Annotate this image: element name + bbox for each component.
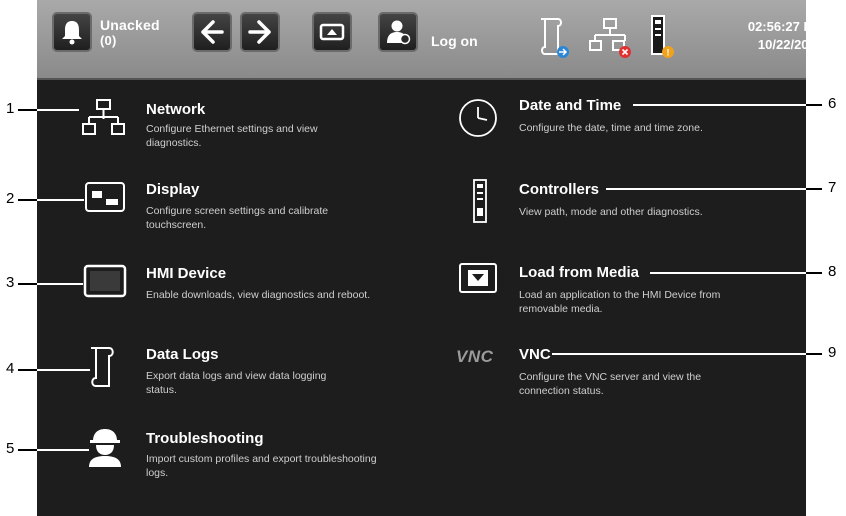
callout-line — [18, 199, 37, 201]
callout-number: 3 — [6, 274, 15, 291]
logon-label: Log on — [431, 33, 478, 49]
menu-item-title: Display — [146, 181, 200, 198]
menu-item-description: Load an application to the HMI Device fr… — [519, 289, 721, 315]
clock-icon — [459, 99, 497, 137]
callout-number: 8 — [828, 263, 837, 280]
callout-line — [806, 353, 822, 355]
menu-item-description: Configure Ethernet settings and view dia… — [146, 123, 318, 149]
callout-line — [806, 188, 822, 190]
menu-item-title: Data Logs — [146, 346, 219, 363]
hmi-device-icon — [83, 264, 127, 298]
vnc-icon: VNC — [456, 347, 494, 366]
arrow-right-icon — [248, 20, 271, 44]
menu-item-title: Network — [146, 101, 206, 118]
menu-item-title: VNC — [519, 346, 551, 363]
menu-item-description: Enable downloads, view diagnostics and r… — [146, 289, 371, 301]
callout-line — [552, 353, 806, 355]
callout-number: 2 — [6, 190, 15, 207]
time-text: 02:56:27 PM — [747, 19, 823, 34]
controller-status-icon: ! — [651, 15, 674, 58]
alarm-label: Unacked — [100, 17, 160, 33]
top-toolbar: Unacked (0) Log on ! 02:56:27 PM 10/22/2… — [37, 0, 823, 80]
back-button[interactable] — [192, 12, 232, 52]
alarm-status: Unacked (0) — [100, 17, 160, 49]
menu-item-description: Export data logs and view data logging s… — [146, 370, 327, 396]
callout-line — [633, 104, 806, 106]
callout-number: 1 — [6, 100, 15, 117]
date-text: 10/22/2017 — [757, 37, 823, 52]
callout-number: 4 — [6, 360, 15, 377]
menu-item-description: Import custom profiles and export troubl… — [146, 453, 377, 479]
display-icon — [85, 182, 125, 212]
callout-line — [806, 104, 822, 106]
menu-item-description: Configure screen settings and calibrate … — [146, 205, 329, 231]
user-icon — [387, 20, 411, 45]
callout-line — [37, 449, 89, 451]
callout-line — [18, 283, 37, 285]
controller-icon — [473, 179, 487, 223]
menu-item-title: Troubleshooting — [146, 430, 264, 447]
callout-line — [37, 283, 83, 285]
callout-line — [18, 109, 37, 111]
svg-text:!: ! — [667, 48, 670, 58]
callout-number: 7 — [828, 179, 837, 196]
hardhat-worker-icon — [89, 429, 121, 467]
callout-number: 6 — [828, 95, 837, 112]
callout-line — [18, 369, 37, 371]
menu-item-title: HMI Device — [146, 265, 227, 282]
media-button[interactable] — [312, 12, 352, 52]
arrow-left-icon — [201, 20, 224, 44]
bell-icon — [62, 21, 82, 45]
callout-line — [806, 272, 822, 274]
menu-item-title: Controllers — [519, 181, 600, 198]
alarm-count: (0) — [100, 33, 117, 48]
alarm-button[interactable] — [52, 12, 92, 52]
callout-line — [606, 188, 806, 190]
callout-line — [18, 449, 37, 451]
menu-item-description: Configure the VNC server and view the co… — [519, 371, 702, 397]
network-icon — [82, 99, 125, 135]
callout-number: 9 — [828, 344, 837, 361]
callout-line — [37, 109, 79, 111]
clock-display: 02:56:27 PM 10/22/2017 — [718, 18, 823, 54]
menu-item-title: Load from Media — [519, 264, 640, 281]
menu-item-title: Date and Time — [519, 97, 622, 114]
load-media-icon — [459, 263, 497, 293]
network-status-icon — [589, 18, 631, 58]
eject-icon — [319, 23, 345, 41]
scroll-icon — [91, 347, 114, 387]
callout-number: 5 — [6, 440, 15, 457]
callout-line — [37, 199, 84, 201]
menu-item-description: Configure the date, time and time zone. — [519, 122, 703, 134]
callout-line — [37, 369, 90, 371]
logon-button[interactable] — [378, 12, 418, 52]
menu-item-description: View path, mode and other diagnostics. — [519, 206, 703, 218]
data-log-status-icon — [541, 18, 569, 58]
forward-button[interactable] — [240, 12, 280, 52]
callout-line — [650, 272, 806, 274]
